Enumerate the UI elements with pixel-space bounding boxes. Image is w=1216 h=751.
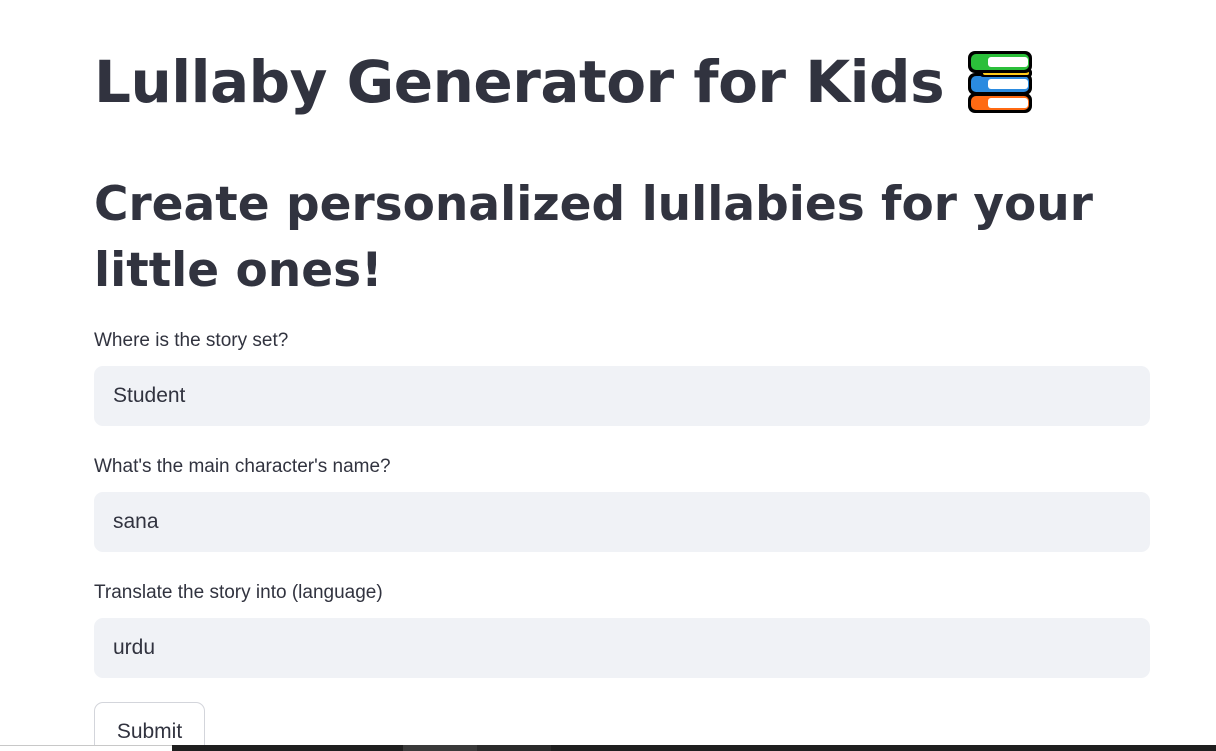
setting-input[interactable]: Student [94, 366, 1150, 426]
setting-field-label: Where is the story set? [94, 330, 289, 351]
setting-input-value: Student [113, 384, 186, 407]
bottom-taskbar-strip [0, 745, 1216, 751]
submit-button-label: Submit [116, 720, 183, 743]
taskbar-segment [403, 745, 477, 751]
language-field-label: Translate the story into (language) [94, 582, 383, 603]
language-input-value: urdu [113, 636, 156, 659]
books-icon [968, 51, 1033, 113]
page-title: Lullaby Generator for Kids [94, 46, 1034, 118]
page-subtitle: Create personalized lullabies for your l… [94, 177, 1093, 298]
submit-button[interactable]: Submit [94, 702, 205, 751]
taskbar-segment [0, 745, 172, 751]
taskbar-segment [477, 745, 551, 751]
character-name-input[interactable]: sana [94, 492, 1150, 552]
taskbar-segment [172, 745, 403, 751]
page-title-text: Lullaby Generator for Kids [94, 48, 945, 116]
app-page: Lullaby Generator for Kids Create person… [0, 0, 1216, 751]
language-input[interactable]: urdu [94, 618, 1150, 678]
character-name-input-value: sana [113, 510, 159, 533]
character-name-field-label: What's the main character's name? [94, 456, 391, 477]
taskbar-segment [551, 745, 1216, 751]
